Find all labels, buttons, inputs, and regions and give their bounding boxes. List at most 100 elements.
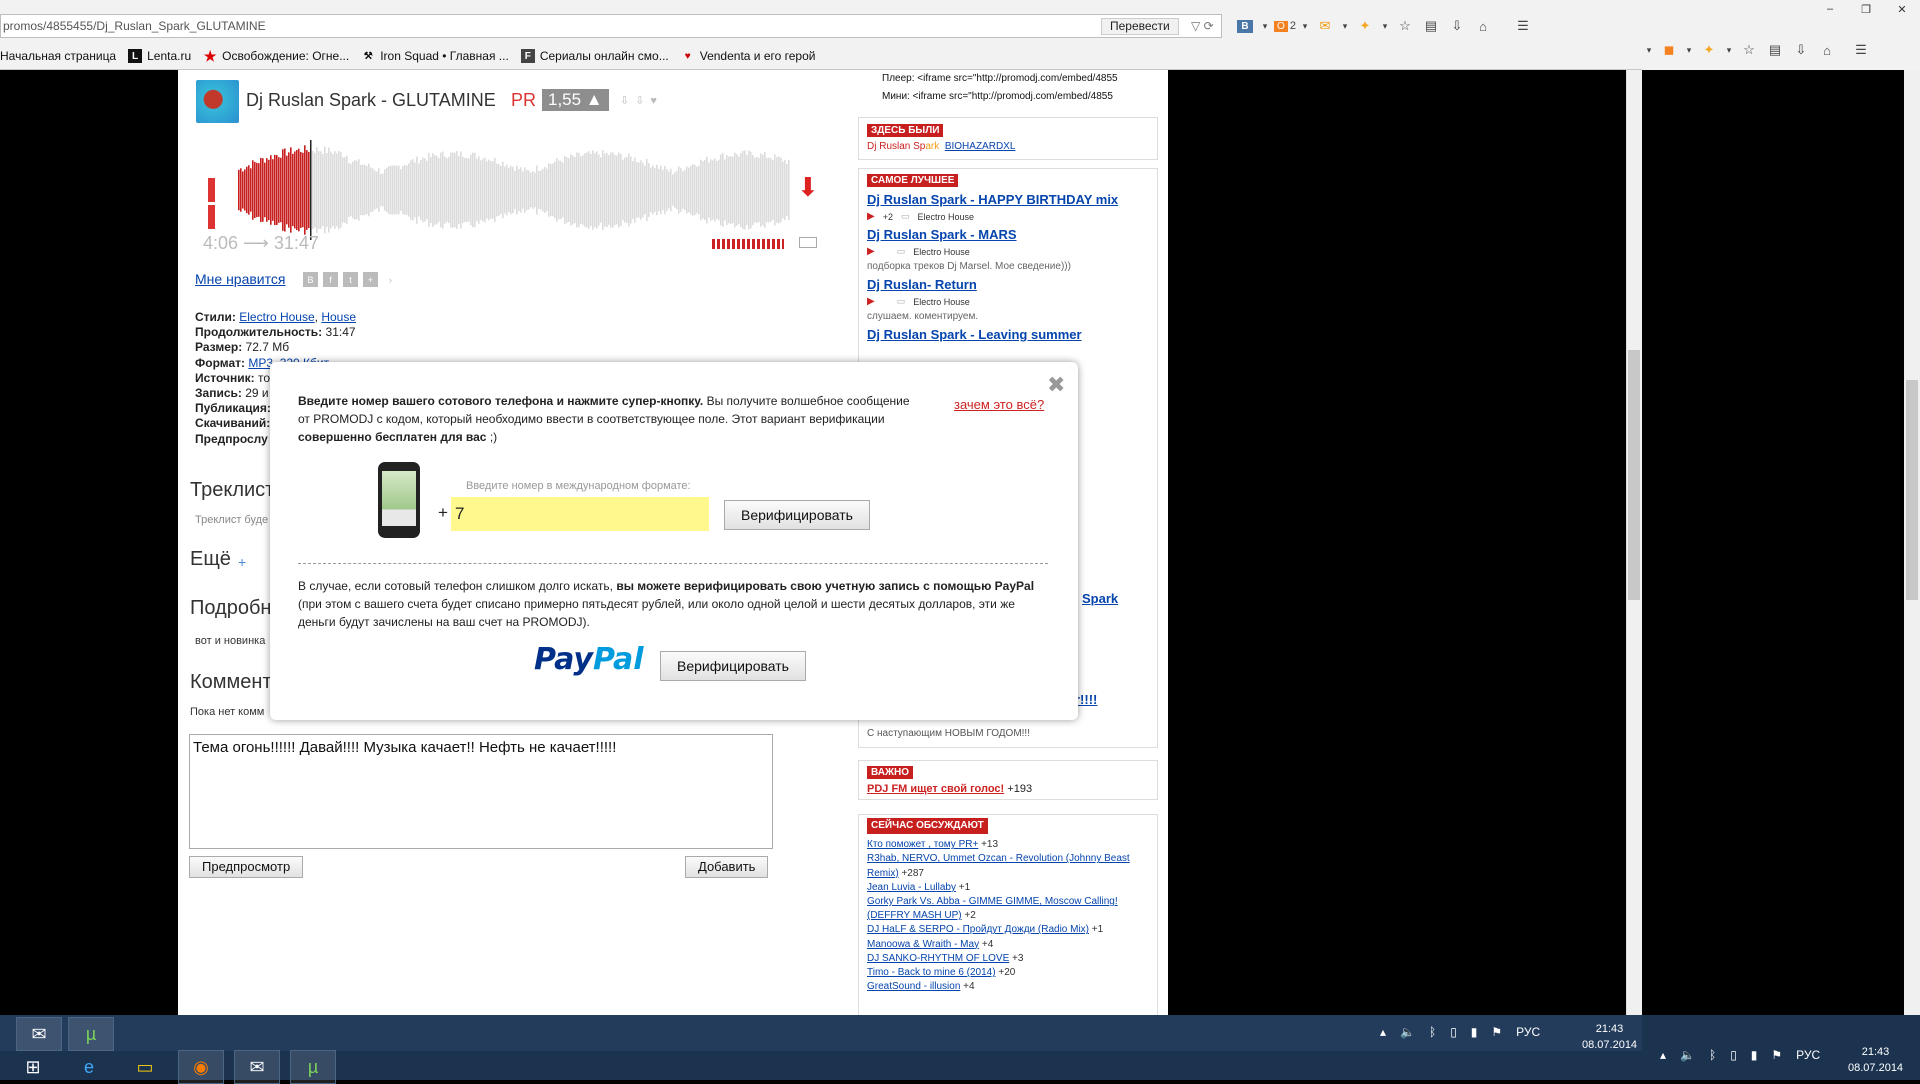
yandex-icon[interactable]: ✦: [1352, 14, 1378, 38]
volume-icon[interactable]: 🔈: [1680, 1048, 1695, 1062]
url-text[interactable]: promos/4855455/Dj_Ruslan_Spark_GLUTAMINE: [3, 19, 266, 33]
facebook-share-icon[interactable]: f: [323, 272, 338, 287]
power-icon[interactable]: ▯: [1450, 1025, 1457, 1039]
plus-share-icon[interactable]: +: [363, 272, 378, 287]
ie-icon[interactable]: e: [66, 1050, 112, 1084]
play-icon[interactable]: ▶: [867, 211, 875, 222]
volume-icon[interactable]: 🔈: [1400, 1025, 1415, 1039]
network-icon[interactable]: ▮: [1751, 1048, 1758, 1062]
discussion-link[interactable]: GreatSound - illusion: [867, 981, 960, 992]
embed-mini-code[interactable]: Мини: <iframe src="http://promodj.com/em…: [882, 88, 1158, 106]
tray-expand-icon[interactable]: ▴: [1380, 1025, 1386, 1039]
add-comment-button[interactable]: Добавить: [685, 856, 769, 878]
best-item-title[interactable]: Dj Ruslan- Return: [867, 277, 1149, 292]
bookmark-osvobozhdenie[interactable]: ★ Освобождение: Огне...: [203, 48, 349, 64]
restore-icon[interactable]: ❐: [1848, 0, 1884, 18]
chevron-down-icon[interactable]: ▾: [1682, 38, 1696, 62]
discussion-link[interactable]: Jean Luvia - Lullaby: [867, 882, 956, 893]
reader-icon-2[interactable]: ▤: [1762, 38, 1788, 62]
play-icon[interactable]: ▶: [867, 246, 875, 257]
utorrent-icon[interactable]: µ: [68, 1017, 114, 1051]
flag-icon[interactable]: ⚑: [1491, 1025, 1502, 1039]
style-link-house[interactable]: House: [321, 310, 356, 324]
verify-paypal-button[interactable]: Верифицировать: [660, 651, 806, 681]
best-item-title-fragment[interactable]: Spark: [1082, 591, 1118, 606]
clock-2[interactable]: 21:43 08.07.2014: [1848, 1044, 1903, 1076]
refresh-icon[interactable]: ▽ ⟳: [1191, 19, 1214, 33]
address-bar[interactable]: promos/4855455/Dj_Ruslan_Spark_GLUTAMINE…: [0, 14, 1222, 38]
vk-icon[interactable]: В: [1232, 14, 1258, 38]
ok-icon-2[interactable]: ◼: [1656, 38, 1682, 62]
bluetooth-icon[interactable]: ᛒ: [1709, 1048, 1716, 1062]
downloads-icon[interactable]: ⇩: [1444, 14, 1470, 38]
downloads-icon-2[interactable]: ⇩: [1788, 38, 1814, 62]
ok-icon[interactable]: O2: [1272, 14, 1298, 38]
clock[interactable]: 21:43 08.07.2014: [1582, 1021, 1637, 1053]
pr-label[interactable]: PR: [511, 90, 536, 111]
important-link[interactable]: PDJ FM ищет свой голос!: [867, 783, 1004, 795]
chevron-down-icon[interactable]: ▾: [1298, 14, 1312, 38]
tray-expand-icon[interactable]: ▴: [1660, 1048, 1666, 1062]
network-icon[interactable]: ▮: [1471, 1025, 1478, 1039]
bookmark-star-icon-2[interactable]: ☆: [1736, 38, 1762, 62]
verify-phone-button[interactable]: Верифицировать: [724, 500, 870, 530]
bookmark-star-icon[interactable]: ☆: [1392, 14, 1418, 38]
home-icon-2[interactable]: ⌂: [1814, 38, 1840, 62]
mail-icon[interactable]: ✉: [1312, 14, 1338, 38]
volume-bar[interactable]: [712, 239, 784, 249]
language-indicator[interactable]: РУС: [1796, 1048, 1820, 1062]
best-item-title[interactable]: Dj Ruslan Spark - HAPPY BIRTHDAY mix: [867, 192, 1149, 207]
embed-player-code[interactable]: Плеер: <iframe src="http://promodj.com/e…: [882, 70, 1158, 88]
firefox-icon[interactable]: ◉: [178, 1050, 224, 1084]
discussion-link[interactable]: Timo - Back to mine 6 (2014): [867, 967, 996, 978]
twitter-share-icon[interactable]: t: [343, 272, 358, 287]
bookmark-vendenta[interactable]: ♥ Vendenta и его герой: [681, 49, 816, 63]
discussion-link[interactable]: Manoowa & Wraith - May: [867, 939, 979, 950]
menu-icon-2[interactable]: ☰: [1848, 38, 1874, 62]
playhead[interactable]: [310, 140, 312, 240]
style-link-electro-house[interactable]: Electro House: [239, 310, 314, 324]
power-icon[interactable]: ▯: [1730, 1048, 1737, 1062]
waveform[interactable]: [238, 140, 790, 240]
popout-icon[interactable]: [799, 237, 817, 248]
chevron-down-icon[interactable]: ▾: [1338, 14, 1352, 38]
chevron-right-icon[interactable]: ›: [383, 272, 398, 287]
chevron-down-icon[interactable]: ▾: [1722, 38, 1736, 62]
page-scroll-thumb[interactable]: [1628, 350, 1640, 600]
menu-icon[interactable]: ☰: [1510, 14, 1536, 38]
discussion-link[interactable]: Кто поможет , тому PR+: [867, 839, 978, 850]
windows-start-icon[interactable]: ⊞: [10, 1050, 56, 1084]
best-item-title[interactable]: Dj Ruslan Spark - MARS: [867, 227, 1149, 242]
best-item-title[interactable]: Dj Ruslan Spark - Leaving summer: [867, 327, 1149, 342]
why-link[interactable]: зачем это всё?: [954, 397, 1044, 412]
utorrent-icon[interactable]: µ: [290, 1050, 336, 1084]
vote-icons[interactable]: ⇩⇩♥: [620, 94, 663, 107]
second-scroll-thumb[interactable]: [1906, 380, 1918, 600]
chevron-down-icon[interactable]: ▾: [1642, 38, 1656, 62]
bookmark-serials[interactable]: F Сериалы онлайн смо...: [520, 49, 669, 63]
like-link[interactable]: Мне нравится: [195, 271, 285, 287]
preview-button[interactable]: Предпросмотр: [189, 856, 304, 878]
download-arrow-icon[interactable]: ⬇: [797, 172, 819, 203]
home-icon[interactable]: ⌂: [1470, 14, 1496, 38]
reader-icon[interactable]: ▤: [1418, 14, 1444, 38]
language-indicator[interactable]: РУС: [1516, 1025, 1540, 1039]
close-icon[interactable]: ✕: [1884, 0, 1920, 18]
flag-icon[interactable]: ⚑: [1771, 1048, 1782, 1062]
pause-button[interactable]: [208, 178, 228, 229]
best-item-title-fragment[interactable]: r!!!!: [1075, 692, 1097, 707]
bookmark-lenta[interactable]: L Lenta.ru: [128, 49, 191, 63]
thunderbird-icon[interactable]: ✉: [16, 1017, 62, 1051]
explorer-icon[interactable]: ▭: [122, 1050, 168, 1084]
close-icon[interactable]: ✖: [1047, 372, 1065, 398]
thunderbird-icon[interactable]: ✉: [234, 1050, 280, 1084]
bookmark-iron-squad[interactable]: ⚒ Iron Squad • Главная ...: [361, 49, 509, 63]
minimize-icon[interactable]: –: [1812, 0, 1848, 18]
discussion-link[interactable]: DJ SANKO-RHYTHM OF LOVE: [867, 953, 1009, 964]
translate-button[interactable]: Перевести: [1101, 18, 1179, 35]
phone-input[interactable]: [451, 497, 709, 531]
more-expand-icon[interactable]: +: [238, 554, 246, 570]
chevron-down-icon[interactable]: ▾: [1258, 14, 1272, 38]
discussion-link[interactable]: Gorky Park Vs. Abba - GIMME GIMME, Mosco…: [867, 896, 1118, 921]
chevron-down-icon[interactable]: ▾: [1378, 14, 1392, 38]
